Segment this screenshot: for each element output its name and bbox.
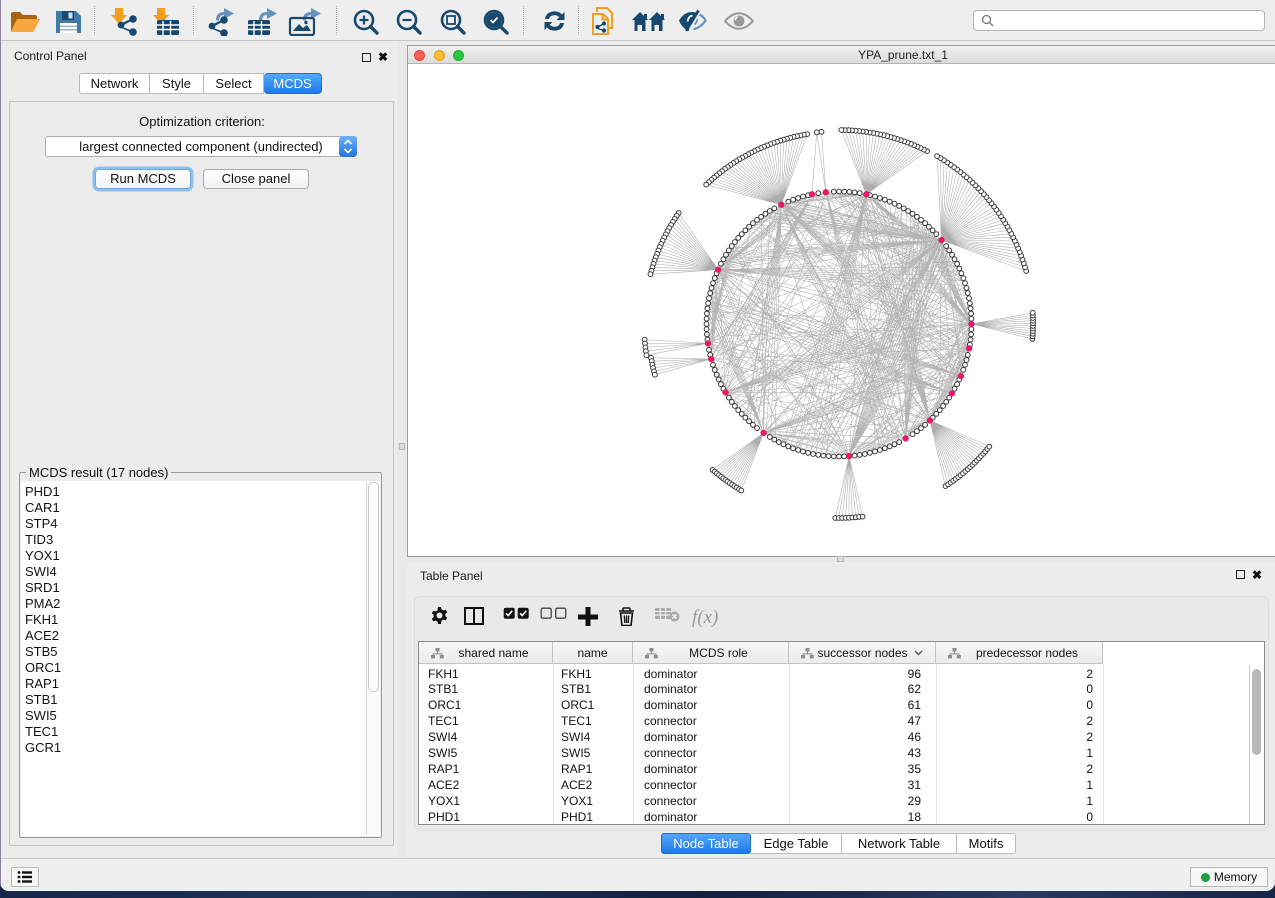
svg-text:f(x): f(x) bbox=[692, 607, 718, 627]
